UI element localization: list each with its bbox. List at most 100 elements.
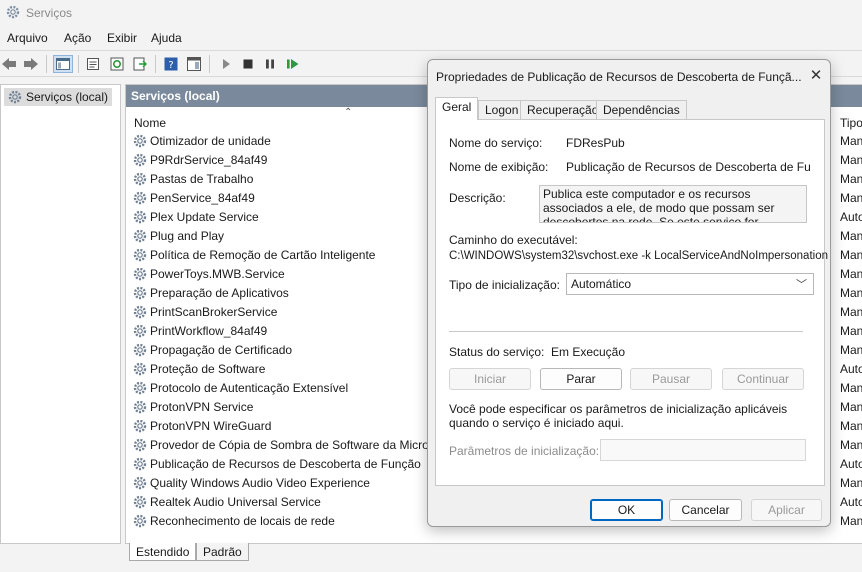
service-startup-cell: Man: [840, 514, 862, 528]
toolbar-separator: [155, 55, 156, 73]
service-startup-cell: Man: [840, 343, 862, 357]
service-startup-cell: Man: [840, 153, 862, 167]
service-name-cell: PrintWorkflow_84af49: [150, 324, 268, 338]
show-console-tree-icon[interactable]: [53, 55, 73, 73]
apply-button[interactable]: Aplicar: [751, 499, 822, 521]
cancel-button[interactable]: Cancelar: [669, 499, 742, 521]
tab-recuperacao[interactable]: Recuperação: [520, 100, 606, 119]
tree-item-label: Serviços (local): [26, 90, 109, 104]
pause-icon[interactable]: [261, 55, 279, 73]
tab-standard[interactable]: Padrão: [196, 543, 249, 561]
service-startup-cell: Man: [840, 400, 862, 414]
service-name-cell: ProtonVPN WireGuard: [150, 419, 272, 433]
executable-path-value[interactable]: C:\WINDOWS\system32\svchost.exe -k Local…: [449, 250, 828, 262]
toolbar-separator: [209, 55, 210, 73]
service-name-cell: Plug and Play: [150, 229, 225, 243]
pause-button[interactable]: Pausar: [630, 368, 712, 390]
service-status-label: Status do serviço:: [449, 345, 545, 359]
service-startup-cell: Auto: [840, 495, 862, 509]
service-name-cell: Protocolo de Autenticação Extensível: [150, 381, 349, 395]
stop-icon[interactable]: [239, 55, 257, 73]
service-startup-cell: Man: [840, 172, 862, 186]
tab-extended[interactable]: Estendido: [129, 543, 197, 561]
show-action-pane-icon[interactable]: [185, 55, 203, 73]
service-startup-cell: Man: [840, 324, 862, 338]
service-startup-cell: Man: [840, 134, 862, 148]
forward-arrow-icon[interactable]: [22, 55, 40, 73]
service-startup-cell: Man: [840, 286, 862, 300]
tree-item-services-local[interactable]: Serviços (local): [4, 88, 112, 106]
properties-sheet-icon[interactable]: [84, 55, 102, 73]
service-name-label: Nome do serviço:: [449, 136, 543, 150]
executable-path-label: Caminho do executável:: [449, 233, 578, 247]
service-startup-cell: Man: [840, 476, 862, 490]
menu-bar: Arquivo Ação Exibir Ajuda: [0, 28, 862, 48]
service-name-cell: Propagação de Certificado: [150, 343, 293, 357]
service-name-cell: Realtek Audio Universal Service: [150, 495, 321, 509]
service-name-cell: Pastas de Trabalho: [150, 172, 254, 186]
stop-button[interactable]: Parar: [540, 368, 622, 390]
sort-ascending-icon: ⌃: [344, 107, 353, 118]
startup-type-value: Automático: [571, 277, 632, 291]
menu-exibir[interactable]: Exibir: [107, 31, 137, 45]
properties-dialog: Propriedades de Publicação de Recursos d…: [427, 59, 831, 527]
services-gear-icon: [7, 89, 23, 108]
menu-arquivo[interactable]: Arquivo: [7, 31, 48, 45]
title-bar: Serviços: [0, 0, 862, 26]
service-startup-cell: Man: [840, 438, 862, 452]
description-scrollbar[interactable]: [794, 186, 806, 222]
description-label: Descrição:: [449, 191, 506, 205]
service-name-cell: Publicação de Recursos de Descoberta de …: [150, 457, 421, 471]
service-name-cell: Reconhecimento de locais de rede: [150, 514, 335, 528]
export-list-icon[interactable]: [131, 55, 149, 73]
service-gear-icon: [132, 513, 148, 532]
service-name-value: FDResPub: [566, 136, 625, 150]
startup-params-hint: Você pode especificar os parâmetros de i…: [449, 402, 788, 430]
help-icon[interactable]: ?: [162, 55, 180, 73]
display-name-value[interactable]: Publicação de Recursos de Descoberta de …: [566, 160, 810, 174]
service-name-cell: Proteção de Software: [150, 362, 266, 376]
chevron-down-icon: ﹀: [796, 279, 807, 291]
services-gear-icon: [5, 4, 21, 20]
toolbar-separator: [78, 55, 79, 73]
service-startup-cell: Auto: [840, 457, 862, 471]
service-name-cell: Preparação de Aplicativos: [150, 286, 289, 300]
display-name-label: Nome de exibição:: [449, 160, 549, 174]
service-name-cell: PenService_84af49: [150, 191, 255, 205]
startup-params-input[interactable]: [600, 439, 806, 461]
start-button[interactable]: Iniciar: [449, 368, 531, 390]
tab-geral[interactable]: Geral: [435, 97, 479, 120]
resume-button[interactable]: Continuar: [722, 368, 804, 390]
service-name-cell: Política de Remoção de Cartão Inteligent…: [150, 248, 376, 262]
service-startup-cell: Man: [840, 267, 862, 281]
tab-dependencias[interactable]: Dependências: [596, 100, 687, 119]
tab-general-panel: Nome do serviço: FDResPub Nome de exibiç…: [435, 119, 828, 486]
service-name-cell: P9RdrService_84af49: [150, 153, 268, 167]
description-text: Publica este computador e os recursos as…: [543, 187, 775, 223]
description-box[interactable]: Publica este computador e os recursos as…: [539, 185, 807, 223]
menu-acao[interactable]: Ação: [64, 31, 91, 45]
service-startup-cell: Man: [840, 305, 862, 319]
service-name-cell: ProtonVPN Service: [150, 400, 254, 414]
service-startup-cell: Auto: [840, 210, 862, 224]
service-startup-cell: Man: [840, 381, 862, 395]
service-status-value: Em Execução: [551, 345, 626, 359]
play-icon[interactable]: [217, 55, 235, 73]
startup-type-select[interactable]: Automático ﹀: [566, 273, 814, 295]
service-startup-cell: Man: [840, 419, 862, 433]
refresh-icon[interactable]: [108, 55, 126, 73]
startup-params-label: Parâmetros de inicialização:: [449, 444, 600, 458]
tab-logon[interactable]: Logon: [478, 100, 526, 119]
svg-text:?: ?: [168, 60, 173, 71]
dialog-title: Propriedades de Publicação de Recursos d…: [436, 70, 802, 84]
close-icon[interactable]: ✕: [805, 66, 827, 86]
back-arrow-icon[interactable]: [0, 55, 18, 73]
ok-button[interactable]: OK: [590, 499, 663, 521]
console-tree: Serviços (local): [0, 84, 121, 544]
service-name-cell: Otimizador de unidade: [150, 134, 271, 148]
menu-ajuda[interactable]: Ajuda: [151, 31, 182, 45]
service-startup-cell: Man: [840, 191, 862, 205]
service-name-cell: Provedor de Cópia de Sombra de Software …: [150, 438, 435, 452]
restart-icon[interactable]: [284, 55, 302, 73]
window-title: Serviços: [26, 6, 73, 20]
